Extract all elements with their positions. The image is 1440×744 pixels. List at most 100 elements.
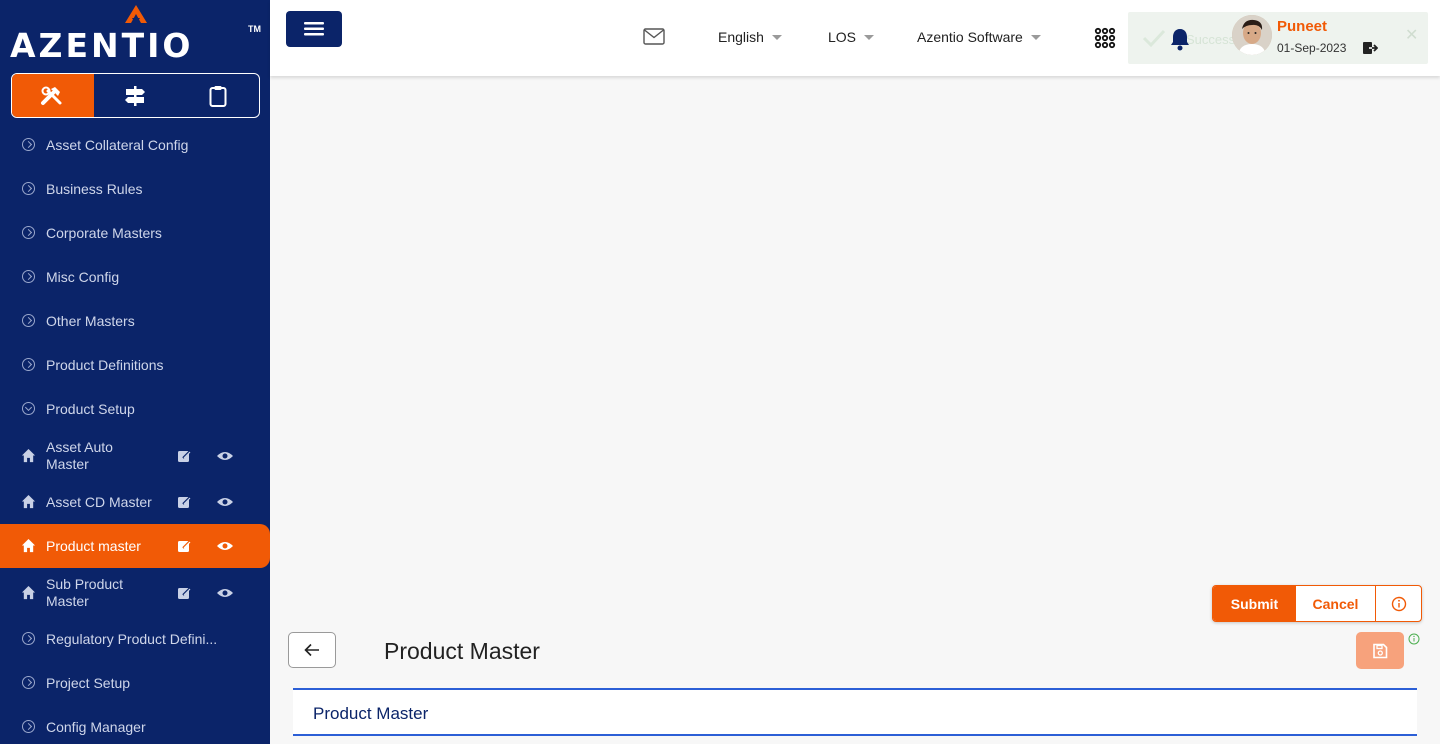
user-name: Puneet [1277, 18, 1328, 35]
edit-icon[interactable] [177, 449, 191, 463]
sidebar-item-business-rules[interactable]: Business Rules [0, 167, 270, 211]
caret-down-icon [1030, 34, 1041, 40]
back-button[interactable] [288, 632, 336, 668]
toast-close-icon[interactable]: ✕ [1405, 25, 1418, 45]
sidebar-item-asset-cd-master[interactable]: Asset CD Master [0, 480, 270, 524]
eye-icon[interactable] [216, 587, 234, 599]
product-master-section: Product Master [293, 688, 1417, 736]
form-action-group: Submit Cancel [1212, 585, 1422, 622]
home-icon [21, 585, 36, 599]
eye-icon[interactable] [216, 450, 234, 462]
sidebar-item-other-masters[interactable]: Other Masters [0, 299, 270, 343]
sidebar-mode-switcher [11, 73, 260, 118]
edit-icon[interactable] [177, 495, 191, 509]
sidebar-menu: Asset Collateral Config Business Rules C… [0, 123, 270, 744]
sidebar-item-label: Asset Collateral Config [46, 136, 189, 153]
chevron-circle-icon [22, 720, 35, 733]
session-date: 01-Sep-2023 [1277, 41, 1347, 55]
save-button[interactable] [1356, 632, 1404, 669]
chevron-circle-icon [22, 358, 35, 371]
sidebar: AZENTIO TM Asset Collateral Config Busin… [0, 0, 270, 744]
sidebar-item-label: Product Setup [46, 400, 135, 417]
chevron-circle-icon [22, 226, 35, 239]
edit-icon[interactable] [177, 586, 191, 600]
sidebar-item-label: Product Definitions [46, 356, 164, 373]
sidebar-item-config-manager[interactable]: Config Manager [0, 705, 270, 744]
chevron-circle-icon [22, 182, 35, 195]
sidebar-item-label: Corporate Masters [46, 224, 162, 241]
sidebar-item-regulatory-product-definitions[interactable]: Regulatory Product Defini... [0, 617, 270, 661]
mode-config-button[interactable] [12, 74, 95, 117]
sidebar-item-label: Asset Auto Master [46, 439, 113, 473]
cancel-button[interactable]: Cancel [1296, 586, 1376, 621]
check-icon [1142, 29, 1166, 48]
label-line-2: Master [46, 592, 89, 609]
caret-down-icon [771, 34, 782, 40]
logo-text: AZENTIO [10, 26, 194, 65]
sidebar-item-label: Misc Config [46, 268, 120, 285]
label-line-1: Sub Product [46, 575, 124, 592]
module-value: LOS [828, 29, 857, 45]
hamburger-icon [304, 22, 324, 36]
sidebar-item-label: Product master [46, 537, 141, 554]
user-avatar[interactable] [1232, 15, 1272, 55]
logo-mark-icon [125, 5, 147, 23]
apps-grid-icon[interactable] [1094, 27, 1116, 49]
chevron-circle-icon [22, 270, 35, 283]
sidebar-item-asset-auto-master[interactable]: Asset Auto Master [0, 431, 270, 480]
home-icon [21, 448, 36, 462]
arrow-left-icon [304, 643, 319, 657]
sidebar-item-product-master[interactable]: Product master [0, 524, 270, 568]
chevron-circle-icon [22, 314, 35, 327]
sidebar-item-label: Config Manager [46, 718, 146, 735]
page-title: Product Master [384, 638, 540, 664]
sidebar-item-label: Other Masters [46, 312, 135, 329]
eye-icon[interactable] [216, 496, 234, 508]
edit-icon[interactable] [177, 539, 191, 553]
sidebar-item-product-setup[interactable]: Product Setup [0, 387, 270, 431]
company-value: Azentio Software [917, 29, 1023, 45]
sidebar-item-asset-collateral-config[interactable]: Asset Collateral Config [0, 123, 270, 167]
module-dropdown[interactable]: LOS [828, 29, 875, 45]
sidebar-item-label: Business Rules [46, 180, 143, 197]
sidebar-item-corporate-masters[interactable]: Corporate Masters [0, 211, 270, 255]
label-line-1: Asset Auto [46, 438, 113, 455]
section-title: Product Master [313, 704, 429, 723]
submit-button[interactable]: Submit [1213, 586, 1296, 621]
toast-message: Success [1186, 32, 1236, 47]
clipboard-icon [209, 85, 227, 107]
label-line-2: Master [46, 455, 89, 472]
sidebar-item-label: Project Setup [46, 674, 131, 691]
sidebar-item-label: Asset CD Master [46, 493, 152, 510]
save-icon [1373, 643, 1388, 658]
mode-workflow-button[interactable] [94, 74, 176, 117]
company-dropdown[interactable]: Azentio Software [917, 29, 1041, 45]
avatar-image [1232, 15, 1272, 55]
info-icon [1391, 596, 1406, 611]
sidebar-item-project-setup[interactable]: Project Setup [0, 661, 270, 705]
menu-toggle-button[interactable] [286, 11, 342, 47]
language-value: English [718, 29, 764, 45]
small-info-icon[interactable] [1408, 633, 1420, 645]
tools-icon [41, 86, 62, 105]
sidebar-item-sub-product-master[interactable]: Sub Product Master [0, 568, 270, 617]
sidebar-item-product-definitions[interactable]: Product Definitions [0, 343, 270, 387]
azentio-logo: AZENTIO TM [10, 2, 265, 68]
home-icon [21, 494, 36, 509]
sidebar-item-label: Sub Product Master [46, 576, 123, 610]
chevron-down-circle-icon [22, 402, 35, 415]
logout-icon[interactable] [1362, 41, 1378, 55]
signpost-icon [125, 85, 146, 106]
chevron-circle-icon [22, 632, 35, 645]
chevron-circle-icon [22, 138, 35, 151]
mail-icon[interactable] [643, 28, 665, 45]
language-dropdown[interactable]: English [718, 29, 782, 45]
eye-icon[interactable] [216, 540, 234, 552]
top-header: English LOS Azentio Software Success ✕ P… [270, 0, 1440, 76]
mode-tasks-button[interactable] [177, 74, 259, 117]
sidebar-item-label: Regulatory Product Defini... [46, 630, 218, 647]
bell-icon[interactable] [1169, 27, 1191, 51]
home-icon [21, 538, 36, 553]
info-button[interactable] [1376, 586, 1421, 621]
sidebar-item-misc-config[interactable]: Misc Config [0, 255, 270, 299]
